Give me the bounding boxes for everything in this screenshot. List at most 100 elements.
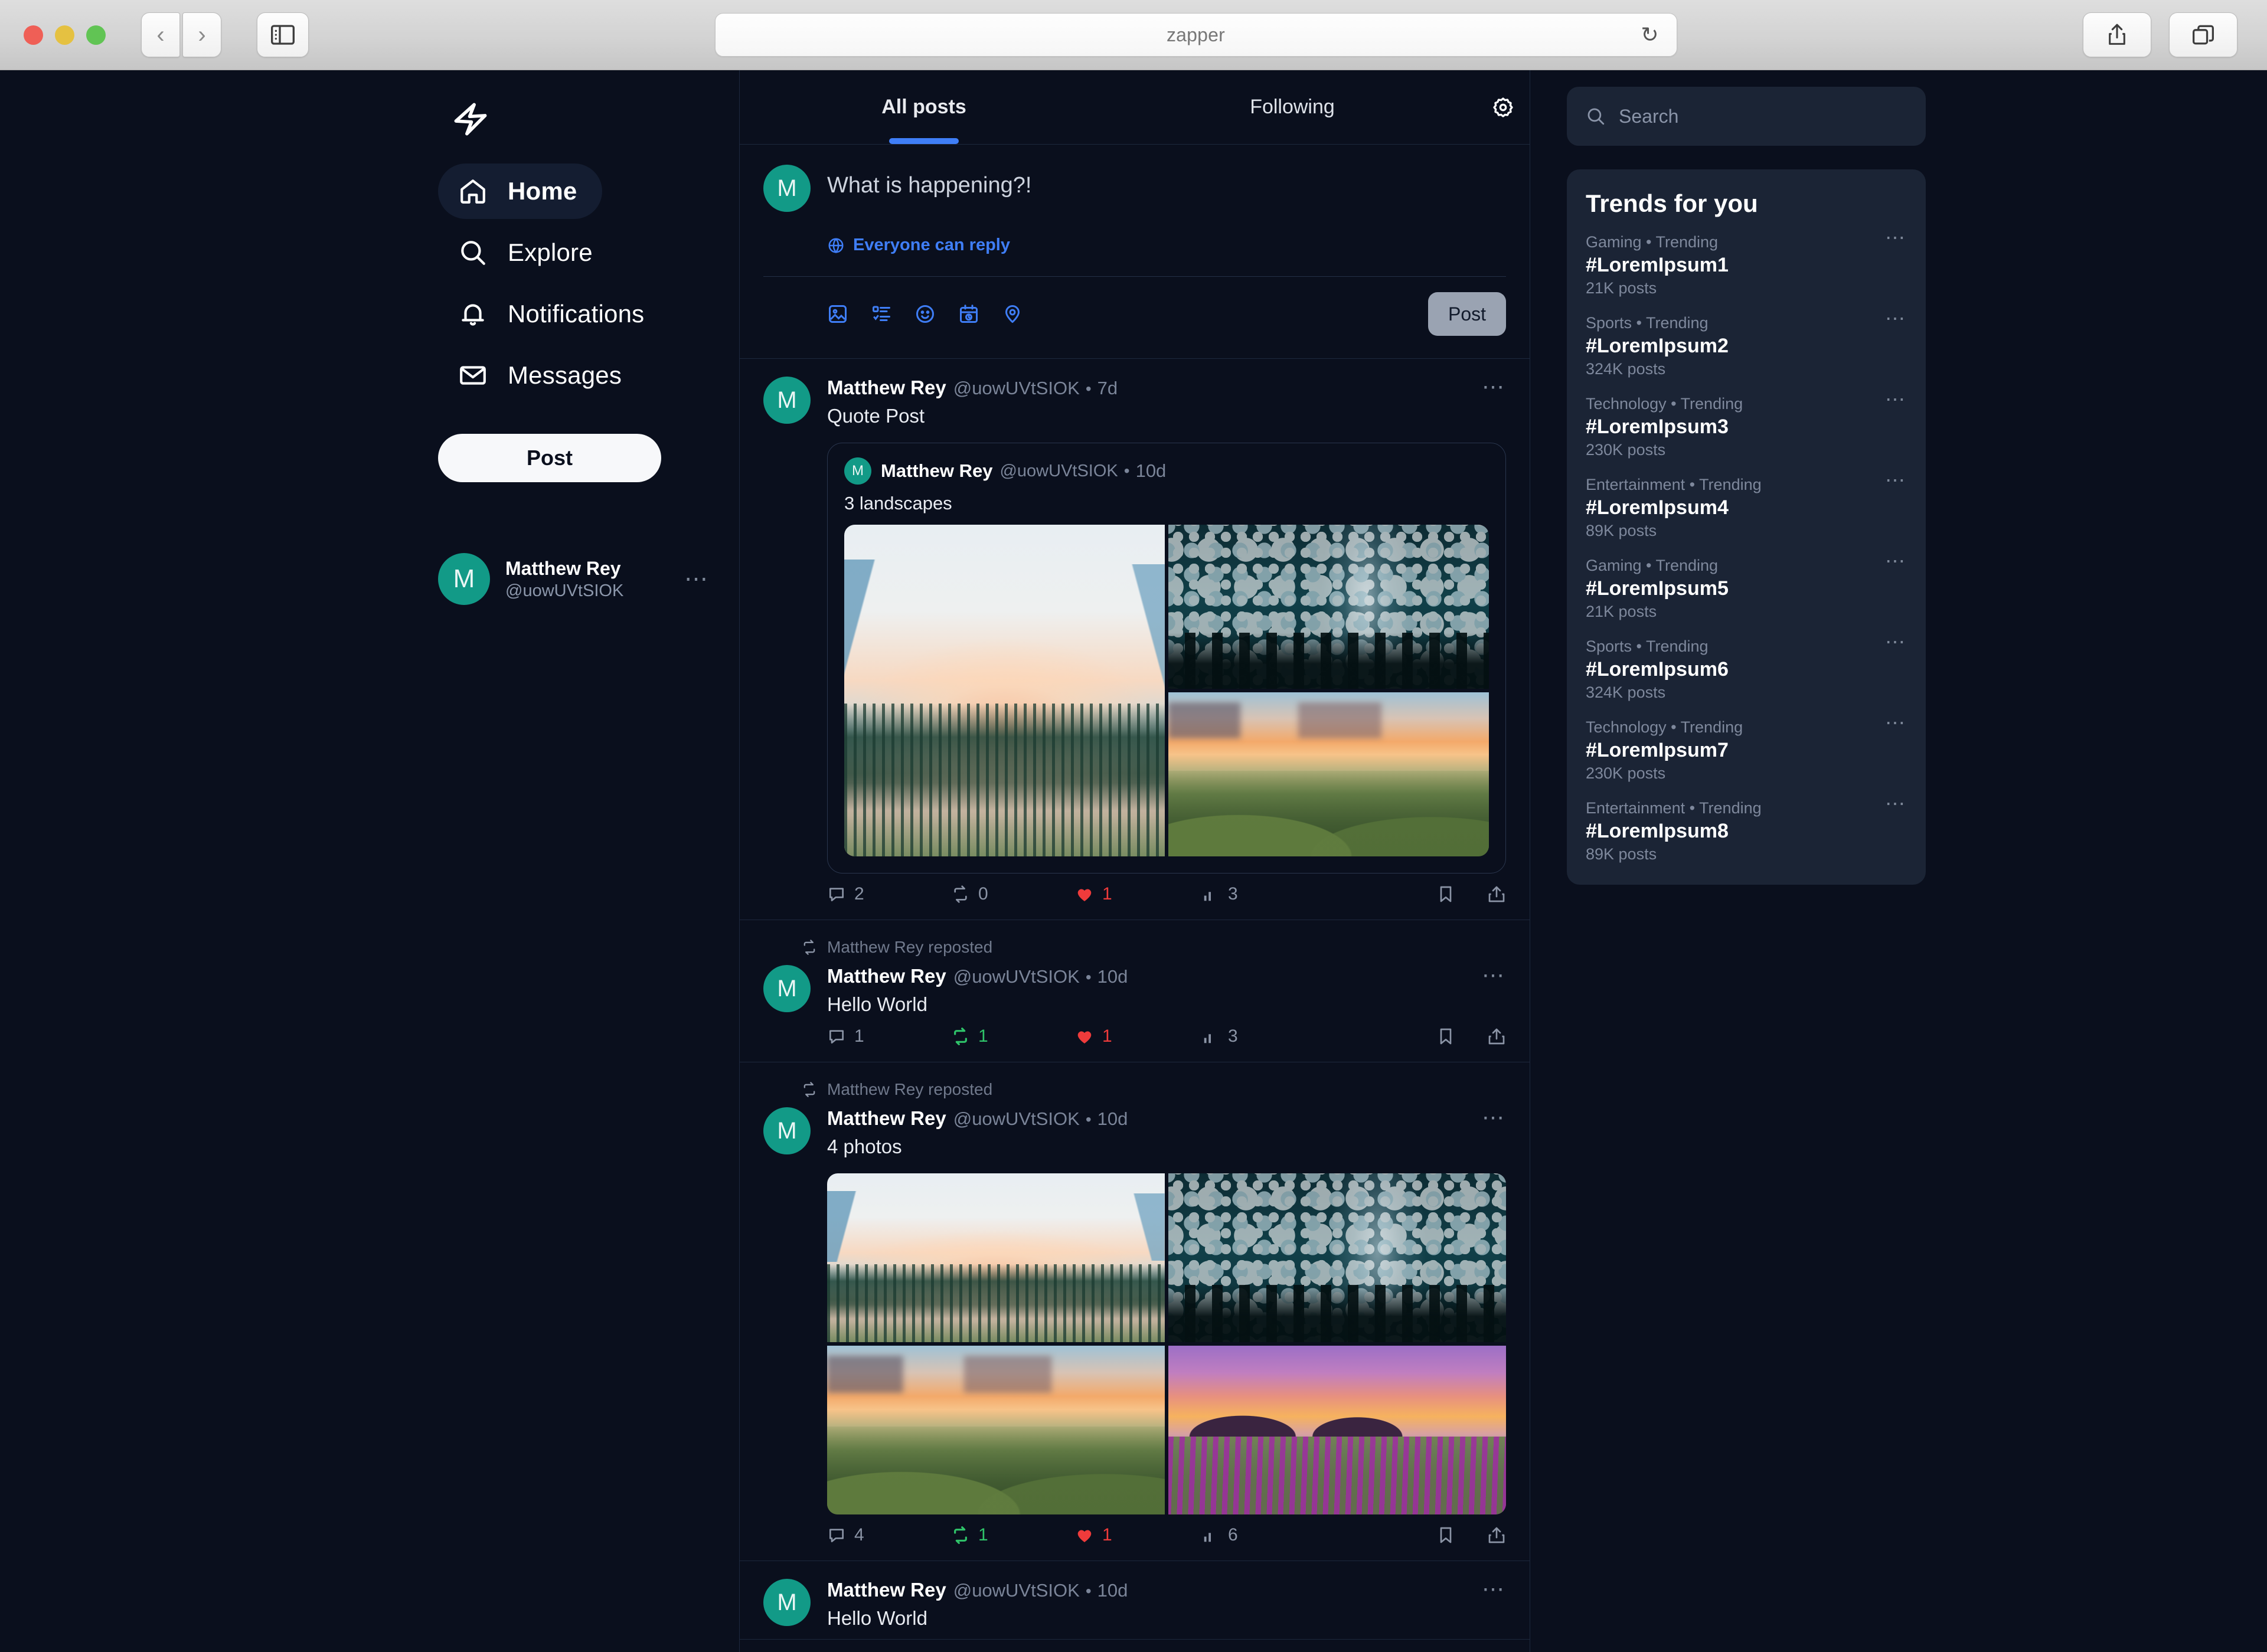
sidebar-item-explore-label: Explore [508, 238, 593, 266]
like-action[interactable]: 1 [1075, 1026, 1202, 1046]
views-action[interactable]: 6 [1202, 1525, 1320, 1545]
ellipsis-icon[interactable]: ⋯ [1885, 794, 1907, 813]
reply-scope-button[interactable]: Everyone can reply [827, 235, 1506, 255]
trend-item[interactable]: Gaming • Trending #LoremIpsum5 21K posts… [1586, 551, 1907, 621]
address-text: zapper [1166, 24, 1226, 45]
search-input[interactable]: Search [1567, 87, 1926, 146]
share-icon[interactable] [1487, 1526, 1506, 1545]
like-action[interactable]: 1 [1075, 1525, 1202, 1545]
bookmark-icon[interactable] [1436, 1526, 1455, 1545]
tab-following[interactable]: Following [1108, 70, 1477, 144]
forward-button[interactable]: › [182, 12, 221, 57]
post-image[interactable] [827, 1173, 1165, 1342]
trend-tag: #LoremIpsum6 [1586, 658, 1729, 681]
share-button[interactable] [2083, 12, 2151, 57]
post-item[interactable]: M Matthew Rey @uowUVtSIOK • 10d ⋯ Hello … [740, 1561, 1530, 1640]
trend-item[interactable]: Sports • Trending #LoremIpsum6 324K post… [1586, 632, 1907, 702]
profile-chip[interactable]: M Matthew Rey @uowUVtSIOK ⋯ [438, 553, 710, 605]
trend-item[interactable]: Sports • Trending #LoremIpsum2 324K post… [1586, 309, 1907, 378]
trend-item[interactable]: Entertainment • Trending #LoremIpsum8 89… [1586, 794, 1907, 863]
ellipsis-icon[interactable]: ⋯ [1885, 470, 1907, 490]
repost-label: Matthew Rey reposted [801, 938, 1506, 957]
share-icon[interactable] [1487, 1027, 1506, 1046]
post-image[interactable] [827, 1346, 1165, 1514]
trend-item[interactable]: Entertainment • Trending #LoremIpsum4 89… [1586, 470, 1907, 540]
feed-settings-button[interactable] [1477, 70, 1530, 144]
navigation-buttons[interactable]: ‹ › [141, 12, 221, 57]
sidebar-post-button[interactable]: Post [438, 434, 661, 482]
trend-item[interactable]: Technology • Trending #LoremIpsum3 230K … [1586, 390, 1907, 459]
views-action[interactable]: 3 [1202, 884, 1320, 904]
post-author-name: Matthew Rey [827, 965, 946, 987]
ellipsis-icon[interactable]: ⋯ [1885, 632, 1907, 652]
ellipsis-icon[interactable]: ⋯ [1885, 713, 1907, 732]
trend-category: Entertainment • Trending [1586, 476, 1762, 493]
post-image[interactable] [1168, 1346, 1506, 1514]
trend-item[interactable]: Technology • Trending #LoremIpsum7 230K … [1586, 713, 1907, 783]
trend-tag: #LoremIpsum4 [1586, 496, 1729, 519]
composer-post-button[interactable]: Post [1428, 292, 1506, 336]
bookmark-icon[interactable] [1436, 885, 1455, 904]
poll-list-icon[interactable] [871, 303, 892, 325]
sidebar-toggle-button[interactable] [257, 12, 309, 57]
views-action[interactable]: 3 [1202, 1026, 1320, 1046]
repost-action[interactable]: 1 [951, 1525, 1075, 1545]
post-image[interactable] [844, 525, 1165, 856]
maximize-window-button[interactable] [86, 25, 106, 45]
tab-all-posts[interactable]: All posts [740, 70, 1108, 144]
reply-action[interactable]: 4 [827, 1525, 951, 1545]
ellipsis-icon[interactable]: ⋯ [1482, 964, 1506, 987]
ellipsis-icon[interactable]: ⋯ [1885, 228, 1907, 247]
ellipsis-icon[interactable]: ⋯ [1885, 390, 1907, 409]
post-author-name: Matthew Rey [827, 1107, 946, 1129]
reply-action[interactable]: 2 [827, 884, 951, 904]
post-author-handle: @uowUVtSIOK [953, 1108, 1080, 1129]
ellipsis-icon[interactable]: ⋯ [1885, 551, 1907, 571]
ellipsis-icon[interactable]: ⋯ [1482, 376, 1506, 398]
close-window-button[interactable] [24, 25, 43, 45]
sidebar-item-explore[interactable]: Explore [438, 225, 618, 280]
ellipsis-icon[interactable]: ⋯ [1885, 309, 1907, 328]
post-item[interactable]: Matthew Rey reposted M Matthew Rey @uowU… [740, 1062, 1530, 1561]
repost-action[interactable]: 1 [951, 1026, 1075, 1046]
quoted-post-card[interactable]: M Matthew Rey @uowUVtSIOK • 10d 3 landsc… [827, 443, 1506, 874]
minimize-window-button[interactable] [55, 25, 74, 45]
post-image[interactable] [1168, 1173, 1506, 1342]
repost-action[interactable]: 0 [951, 884, 1075, 904]
ellipsis-icon[interactable]: ⋯ [684, 567, 710, 591]
tab-overview-button[interactable] [2169, 12, 2237, 57]
post-image[interactable] [1168, 692, 1489, 856]
ellipsis-icon[interactable]: ⋯ [1482, 1107, 1506, 1129]
emoji-icon[interactable] [914, 303, 936, 325]
reply-action[interactable]: 1 [827, 1026, 951, 1046]
post-item[interactable]: M Matthew Rey @uowUVtSIOK • 7d ⋯ Quote P… [740, 359, 1530, 920]
schedule-icon[interactable] [958, 303, 979, 325]
repost-label-text: Matthew Rey reposted [827, 938, 993, 956]
trends-card: Trends for you Gaming • Trending #LoremI… [1567, 169, 1926, 885]
sidebar-item-notifications[interactable]: Notifications [438, 286, 669, 342]
composer-input[interactable]: What is happening?! [827, 165, 1031, 212]
bell-icon [462, 304, 484, 326]
reply-scope-label: Everyone can reply [853, 235, 1010, 254]
window-controls[interactable] [24, 25, 106, 45]
like-action[interactable]: 1 [1075, 884, 1202, 904]
location-icon[interactable] [1002, 303, 1023, 325]
trend-item[interactable]: Gaming • Trending #LoremIpsum1 21K posts… [1586, 228, 1907, 297]
avatar: M [763, 1579, 811, 1626]
share-icon[interactable] [1487, 885, 1506, 904]
brand-logo[interactable] [438, 87, 503, 152]
ellipsis-icon[interactable]: ⋯ [1482, 1578, 1506, 1601]
address-bar[interactable]: zapper ↻ [714, 13, 1677, 57]
post-text: Hello World [827, 993, 927, 1015]
globe-icon [828, 238, 844, 253]
back-button[interactable]: ‹ [141, 12, 180, 57]
sidebar-item-home[interactable]: Home [438, 163, 602, 219]
sidebar-item-messages[interactable]: Messages [438, 348, 646, 403]
post-item[interactable]: Matthew Rey reposted M Matthew Rey @uowU… [740, 920, 1530, 1062]
post-image[interactable] [1168, 525, 1489, 689]
repost-icon [803, 1082, 815, 1097]
repost-icon [954, 1028, 967, 1045]
reload-icon[interactable]: ↻ [1641, 24, 1658, 45]
bookmark-icon[interactable] [1436, 1027, 1455, 1046]
image-icon[interactable] [827, 303, 848, 325]
